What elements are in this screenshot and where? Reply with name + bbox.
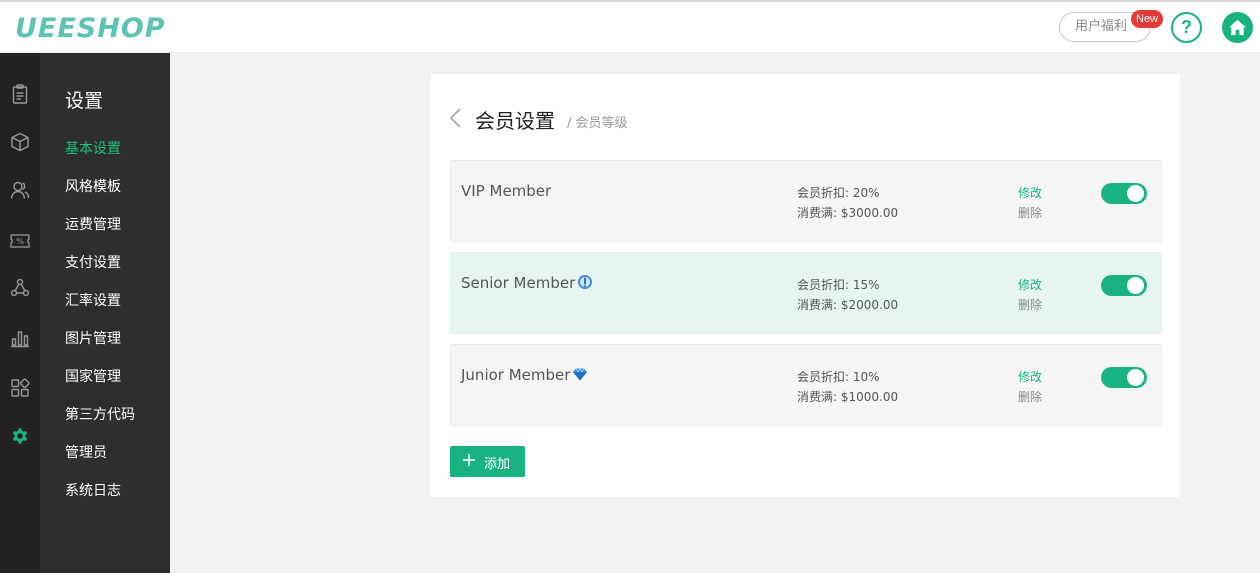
add-level-button[interactable]: 添加: [450, 446, 525, 477]
apps-icon[interactable]: [10, 378, 30, 398]
stats-icon[interactable]: [10, 328, 30, 348]
edit-link[interactable]: 修改: [1018, 276, 1042, 293]
menu-item-countries[interactable]: 国家管理: [65, 366, 121, 386]
menu-item-exchange-rate[interactable]: 汇率设置: [65, 290, 121, 310]
orders-icon[interactable]: [10, 84, 30, 104]
menu-item-shipping[interactable]: 运费管理: [65, 214, 121, 234]
settings-menu: 设置 基本设置 风格模板 运费管理 支付设置 汇率设置 图片管理 国家管理 第三…: [40, 53, 170, 573]
diamond-icon: [572, 366, 588, 382]
help-button[interactable]: ?: [1171, 12, 1202, 43]
menu-item-system-log[interactable]: 系统日志: [65, 480, 121, 500]
products-icon[interactable]: [10, 132, 30, 152]
delete-link[interactable]: 删除: [1018, 296, 1042, 313]
add-button-label: 添加: [484, 457, 511, 472]
back-icon[interactable]: [448, 107, 464, 129]
level-name: Senior Member: [461, 274, 593, 292]
level-discount: 会员折扣: 20%: [797, 186, 880, 200]
page-title: 会员设置: [475, 109, 555, 133]
level-discount: 会员折扣: 15%: [797, 278, 880, 292]
plus-icon: [463, 454, 475, 466]
new-badge: New: [1131, 10, 1164, 28]
member-level-row: Senior Member 会员折扣: 15% 消费满: $2000.00 修改…: [450, 252, 1162, 334]
toggle-knob: [1127, 277, 1144, 294]
level-enable-toggle[interactable]: [1101, 275, 1147, 296]
delete-link[interactable]: 删除: [1018, 204, 1042, 221]
level-enable-toggle[interactable]: [1101, 367, 1147, 388]
menu-item-images[interactable]: 图片管理: [65, 328, 121, 348]
level-spend-threshold: 消费满: $2000.00: [797, 298, 899, 312]
level-discount: 会员折扣: 10%: [797, 370, 880, 384]
settings-gear-icon[interactable]: [10, 426, 30, 446]
level-name: Junior Member: [461, 366, 588, 384]
home-icon: [1228, 19, 1247, 36]
svg-text:%: %: [16, 237, 24, 246]
menu-item-third-party-code[interactable]: 第三方代码: [65, 404, 135, 424]
toggle-knob: [1127, 185, 1144, 202]
edit-link[interactable]: 修改: [1018, 368, 1042, 385]
menu-title: 设置: [65, 90, 104, 112]
icon-rail: %: [0, 53, 40, 573]
breadcrumb: / 会员等级: [567, 116, 628, 131]
coupon-icon[interactable]: %: [10, 231, 30, 251]
share-network-icon[interactable]: [10, 278, 30, 298]
level-name: VIP Member: [461, 182, 552, 200]
level-spend-threshold: 消费满: $3000.00: [797, 206, 899, 220]
member-level-row: Junior Member 会员折扣: 10% 消费满: $1000.00 修改…: [450, 344, 1162, 426]
delete-link[interactable]: 删除: [1018, 388, 1042, 405]
home-button[interactable]: [1222, 12, 1253, 43]
menu-item-payment[interactable]: 支付设置: [65, 252, 121, 272]
edit-link[interactable]: 修改: [1018, 184, 1042, 201]
member-level-row: VIP Member 会员折扣: 20% 消费满: $3000.00 修改 删除: [450, 160, 1162, 242]
menu-item-administrators[interactable]: 管理员: [65, 442, 107, 462]
level-spend-threshold: 消费满: $1000.00: [797, 390, 899, 404]
users-icon[interactable]: [10, 180, 30, 200]
menu-item-theme-templates[interactable]: 风格模板: [65, 176, 121, 196]
medal-icon: [577, 274, 593, 290]
menu-item-basic-settings[interactable]: 基本设置: [65, 138, 121, 158]
level-enable-toggle[interactable]: [1101, 183, 1147, 204]
logo[interactable]: UEESHOP: [15, 13, 166, 44]
toggle-knob: [1127, 369, 1144, 386]
